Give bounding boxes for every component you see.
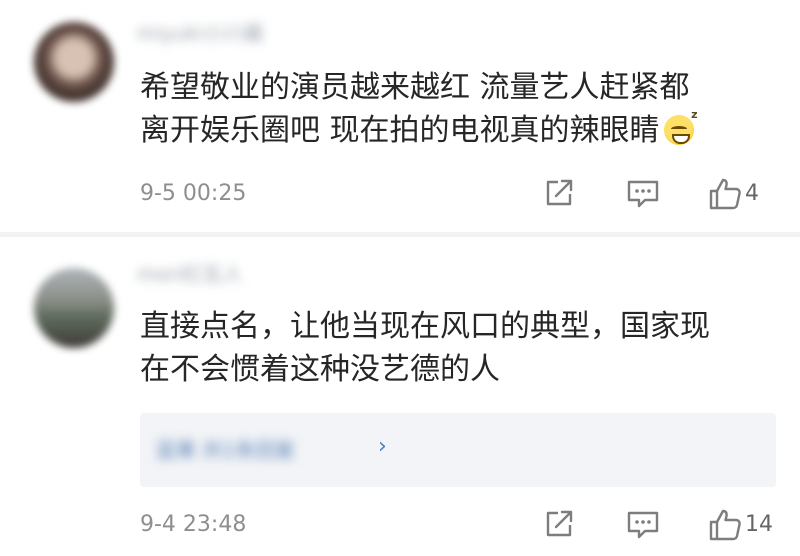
reply-button[interactable] xyxy=(625,507,661,543)
like-button[interactable] xyxy=(707,176,743,212)
comment-text-content: 希望敬业的演员越来越红 流量艺人赶紧都 离开娱乐圈吧 现在拍的电视真的辣眼睛 xyxy=(140,70,690,148)
comment-icon xyxy=(627,511,659,539)
comment-footer: 9-4 23:48 14 xyxy=(0,505,800,545)
reply-button[interactable] xyxy=(625,176,661,212)
avatar[interactable] xyxy=(34,268,114,348)
reply-preview[interactable]: 蓝果 共1条回复 › xyxy=(140,413,776,487)
like-count: 4 xyxy=(745,181,759,206)
share-button[interactable] xyxy=(542,507,576,543)
timestamp: 9-5 00:25 xyxy=(140,181,247,206)
share-icon xyxy=(546,510,573,537)
share-button[interactable] xyxy=(542,176,576,212)
share-icon xyxy=(546,179,573,206)
reply-preview-text: 蓝果 共1条回复 xyxy=(156,438,296,462)
comment-text: 直接点名，让他当现在风口的典型，国家现 在不会惯着这种没艺德的人 xyxy=(140,309,710,387)
like-count: 14 xyxy=(745,512,773,537)
username[interactable]: miyuki小川酱 xyxy=(137,20,264,46)
comment-item: miyuki小川酱 希望敬业的演员越来越红 流量艺人赶紧都 离开娱乐圈吧 现在拍… xyxy=(0,0,800,232)
timestamp: 9-4 23:48 xyxy=(140,512,247,537)
chevron-right-icon: › xyxy=(378,434,387,459)
comment-item: mori红瓦人 直接点名，让他当现在风口的典型，国家现 在不会惯着这种没艺德的人… xyxy=(0,237,800,556)
comment-text: 希望敬业的演员越来越红 流量艺人赶紧都 离开娱乐圈吧 现在拍的电视真的辣眼睛 z xyxy=(140,66,780,152)
comment-footer: 9-5 00:25 4 xyxy=(0,174,800,214)
avatar[interactable] xyxy=(34,22,114,102)
username[interactable]: mori红瓦人 xyxy=(137,261,243,287)
thumbs-up-icon xyxy=(709,178,741,210)
like-button[interactable] xyxy=(707,507,743,543)
thumbs-up-icon xyxy=(709,509,741,541)
comment-icon xyxy=(627,180,659,208)
sleepy-grin-emoji-icon: z xyxy=(663,109,698,145)
